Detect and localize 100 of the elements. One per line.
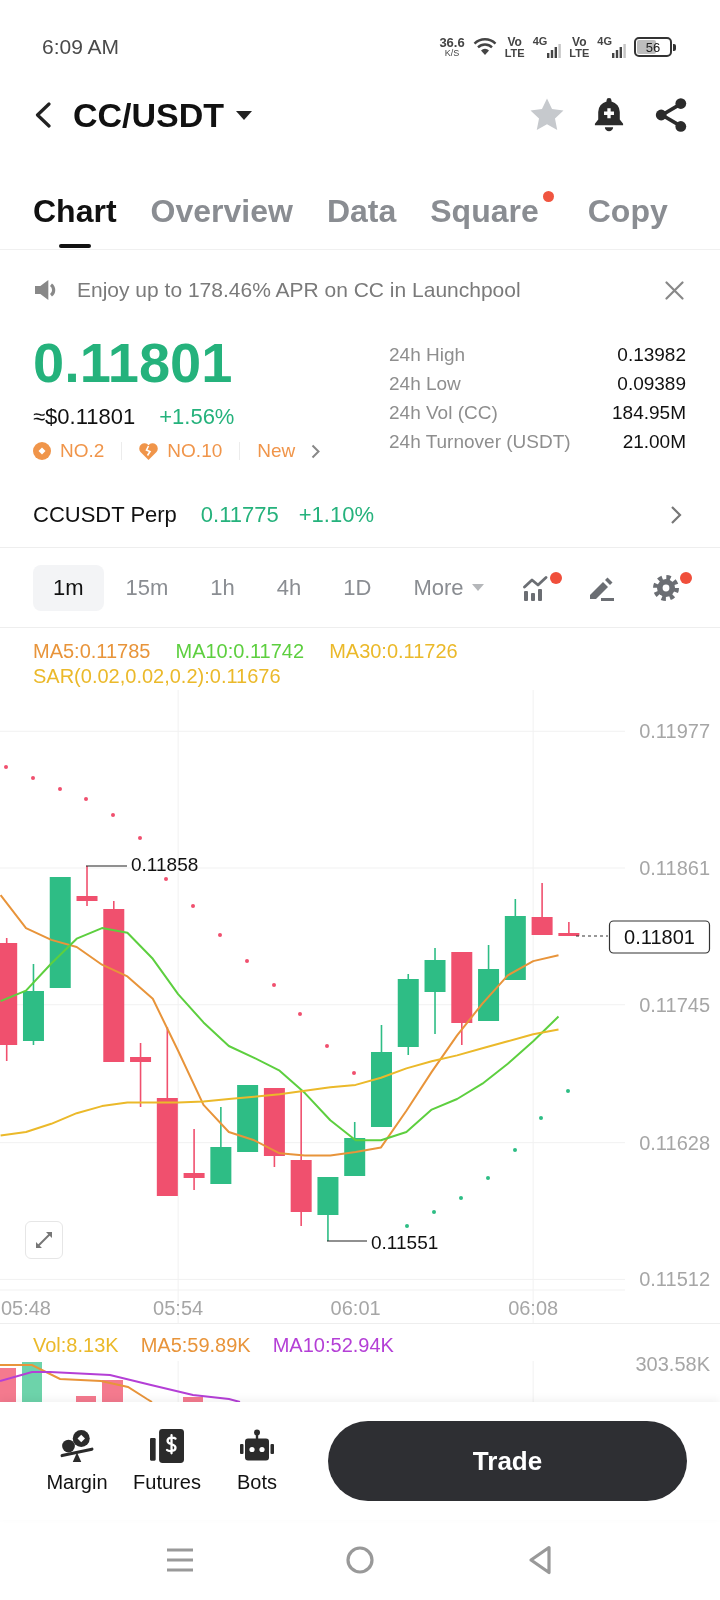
back-icon[interactable] [34, 102, 52, 128]
candlestick [76, 865, 98, 907]
candlestick [183, 1128, 205, 1191]
sar-dot [566, 1089, 570, 1093]
expand-button[interactable] [25, 1221, 63, 1259]
leader-line [85, 865, 128, 867]
dollar-document-icon [150, 1428, 184, 1463]
sar-dot [432, 1210, 436, 1214]
rank-text[interactable]: NO.2 [60, 439, 105, 463]
stat-label: 24h Turnover (USDT) [389, 430, 571, 454]
lte-text: LTE [504, 47, 525, 59]
caret-icon [471, 584, 484, 591]
promo-text[interactable]: Enjoy up to 178.46% APR on CC in Launchpool [77, 278, 521, 302]
sar-dot [4, 765, 8, 769]
vo-text: Vo [507, 35, 522, 48]
tab[interactable]: Overview [150, 193, 293, 249]
shortcut-button[interactable]: Futures [122, 1428, 212, 1494]
candlestick [558, 921, 580, 937]
tab[interactable]: Copy [587, 193, 668, 249]
candlestick [531, 882, 553, 936]
stat-label: 24h Vol (CC) [389, 401, 498, 425]
network-speed-text: 36.6 [439, 36, 465, 49]
close-icon[interactable] [665, 280, 684, 300]
sar-dot [539, 1116, 543, 1120]
pair-selector[interactable]: CC/USDT [73, 95, 253, 135]
sar-dot [405, 1224, 409, 1228]
sar-dot [111, 813, 115, 817]
network-type-text: 4G [532, 36, 548, 47]
coin-scale-icon [60, 1428, 94, 1463]
time-axis-label: 06:08 [508, 1297, 559, 1319]
volume-bar [102, 1380, 123, 1402]
chevron-right-icon[interactable] [670, 504, 682, 525]
signal-icon [547, 44, 562, 58]
candlestick [317, 1176, 339, 1242]
candlestick [130, 1042, 152, 1108]
price-axis-label: 0.11745 [639, 993, 710, 1016]
volume-legend-text: Vol:8.13K [33, 1333, 119, 1352]
price-axis-label: 0.11977 [639, 720, 710, 743]
stat-value: 184.95M [612, 401, 686, 425]
trade-button[interactable]: Trade [328, 1421, 687, 1501]
wifi-icon [472, 38, 497, 56]
speaker-icon [34, 280, 58, 300]
shortcut-button[interactable]: Bots [212, 1428, 302, 1494]
share-icon[interactable] [654, 98, 688, 132]
bell-plus-icon[interactable] [594, 98, 624, 132]
interval-tab[interactable]: 4h [256, 564, 322, 611]
caret-icon [236, 110, 253, 120]
candlestick [237, 1084, 259, 1153]
lte-text: LTE [569, 47, 590, 59]
shortcut-button[interactable]: Margin [32, 1428, 122, 1494]
last-price-tag: 0.11801 [608, 920, 711, 954]
battery-level-text: 56 [645, 40, 661, 54]
heart-icon [139, 442, 159, 460]
tab[interactable]: Data [326, 193, 397, 249]
interval-tab[interactable]: 1D [323, 564, 392, 611]
interval-tab[interactable]: 1h [190, 564, 255, 611]
interval-tab[interactable]: 15m [105, 564, 189, 611]
network-type-text: 4G [597, 36, 612, 47]
sar-dot [459, 1196, 463, 1200]
settings-icon[interactable] [653, 574, 679, 601]
sar-dot [191, 904, 195, 908]
volume-legend-text: MA5:59.89K [140, 1333, 251, 1352]
star-icon[interactable] [530, 98, 564, 132]
stat-label: 24h Low [389, 372, 461, 396]
time-axis-label: 06:01 [330, 1297, 381, 1319]
candlestick [344, 1121, 366, 1177]
leader-line [326, 1240, 368, 1242]
sar-dot [486, 1176, 490, 1180]
chart-indicator-icon[interactable] [523, 574, 549, 601]
sar-dot [218, 933, 222, 937]
menu-icon[interactable] [167, 1548, 193, 1572]
chevron-right-icon[interactable] [311, 443, 321, 459]
tab[interactable]: Square [430, 193, 554, 249]
low-price-label: 0.11551 [371, 1232, 439, 1253]
sar-dot [84, 797, 88, 801]
sar-dot [31, 776, 35, 780]
price-axis-label: 0.11628 [639, 1131, 710, 1154]
tab[interactable]: Chart [33, 193, 117, 249]
popularity-rank-text[interactable]: NO.10 [167, 439, 223, 463]
sar-dot [325, 1044, 329, 1048]
signal-icon [612, 44, 626, 58]
volume-bar [76, 1396, 96, 1402]
home-icon[interactable] [346, 1546, 374, 1574]
volume-axis-label: 303.58K [635, 1353, 710, 1375]
tag-text[interactable]: New [257, 439, 296, 463]
perp-name[interactable]: CCUSDT Perp [33, 501, 177, 528]
dashed-price-line [575, 935, 609, 937]
time-axis-label: 05:54 [153, 1297, 204, 1319]
stat-value: 0.09389 [617, 372, 686, 396]
interval-tab[interactable]: 1m [33, 564, 104, 611]
perp-price: 0.11775 [200, 501, 279, 528]
indicator-legend-text: SAR(0.02,0.02,0.2):0.11676 [33, 664, 281, 689]
perp-change: +1.10% [298, 501, 374, 528]
sar-dot [352, 1071, 356, 1075]
price-change: +1.56% [159, 403, 235, 431]
price-axis-label: 0.11861 [639, 857, 710, 879]
more-dropdown[interactable]: More [393, 574, 484, 601]
indicator-legend-text: MA30:0.11726 [329, 639, 458, 664]
volume-bar [0, 1368, 16, 1402]
speed-unit-text: K/S [444, 49, 460, 58]
